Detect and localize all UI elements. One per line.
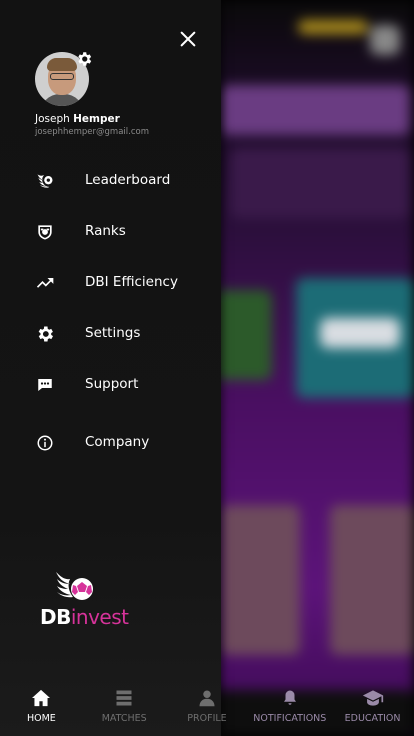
nav-notifications[interactable]: NOTIFICATIONS: [248, 682, 331, 736]
nav-label: HOME: [26, 713, 56, 724]
trending-up-icon: [35, 273, 55, 293]
edit-profile-gear-icon[interactable]: [75, 50, 93, 68]
nav-education[interactable]: EDUCATION: [331, 682, 414, 736]
user-name: Joseph Hemper: [35, 113, 120, 125]
nav-label: MATCHES: [101, 713, 147, 724]
nav-label: NOTIFICATIONS: [253, 713, 327, 724]
info-icon: [35, 433, 55, 453]
bell-icon: [279, 688, 301, 708]
menu-item-support[interactable]: Support: [0, 365, 221, 405]
menu-item-label: DBI Efficiency: [85, 274, 178, 290]
menu-item-label: Company: [85, 434, 150, 450]
bottom-navigation: HOME MATCHES PROFILE NOTIFICATIONS EDUCA…: [0, 682, 414, 736]
menu-item-leaderboard[interactable]: Leaderboard: [0, 161, 221, 201]
nav-home[interactable]: HOME: [0, 682, 83, 736]
nav-label: PROFILE: [187, 713, 227, 724]
graduation-cap-icon: [362, 688, 384, 708]
home-icon: [30, 688, 52, 708]
menu-item-settings[interactable]: Settings: [0, 314, 221, 354]
matches-icon: [113, 688, 135, 708]
ranks-badge-icon: [35, 222, 55, 242]
nav-matches[interactable]: MATCHES: [83, 682, 166, 736]
user-email: josephhemper@gmail.com: [35, 127, 149, 137]
menu-item-label: Support: [85, 376, 139, 392]
profile-icon: [196, 688, 218, 708]
menu-item-label: Ranks: [85, 223, 126, 239]
chat-bubble-icon: [35, 375, 55, 395]
menu-item-dbi-efficiency[interactable]: DBI Efficiency: [0, 263, 221, 303]
nav-label: EDUCATION: [344, 713, 401, 724]
logo-wordmark: DBinvest: [40, 605, 129, 629]
soccer-wings-icon: [35, 171, 55, 191]
gear-icon: [35, 324, 55, 344]
menu-item-label: Settings: [85, 325, 141, 341]
app-screen: Joseph Hemper josephhemper@gmail.com Lea…: [0, 0, 414, 736]
side-drawer: Joseph Hemper josephhemper@gmail.com Lea…: [0, 0, 221, 736]
nav-profile[interactable]: PROFILE: [166, 682, 249, 736]
menu-item-label: Leaderboard: [85, 172, 171, 188]
menu-item-ranks[interactable]: Ranks: [0, 212, 221, 252]
menu-item-company[interactable]: Company: [0, 423, 221, 463]
close-drawer-button[interactable]: [176, 27, 200, 51]
